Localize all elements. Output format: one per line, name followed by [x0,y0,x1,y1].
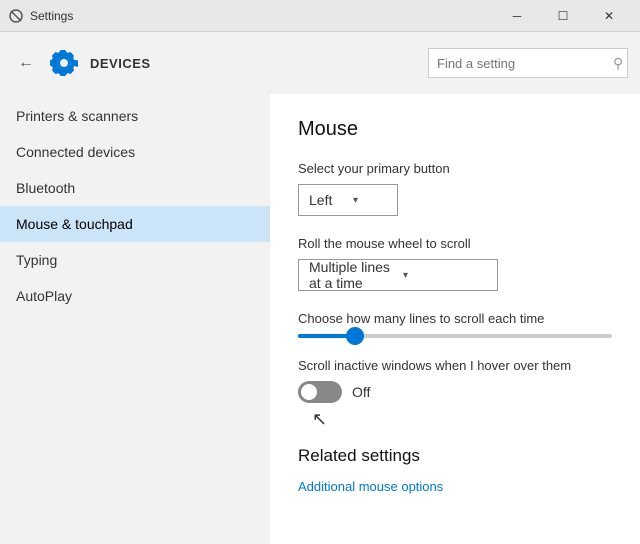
minimize-button[interactable]: ─ [494,0,540,32]
header-icon-area [48,47,80,79]
lines-slider-container: Choose how many lines to scroll each tim… [298,311,612,338]
header-title: DEVICES [90,56,428,71]
search-input[interactable] [437,56,613,71]
scroll-inactive-toggle[interactable] [298,381,342,403]
primary-button-value: Left [309,192,343,208]
sidebar-item-printers[interactable]: Printers & scanners [0,98,270,134]
toggle-track [298,381,342,403]
primary-button-dropdown[interactable]: Left ▾ [298,184,398,216]
chevron-down-icon-2: ▾ [403,270,487,281]
scroll-label: Roll the mouse wheel to scroll [298,236,612,251]
sidebar-item-autoplay[interactable]: AutoPlay [0,278,270,314]
toggle-thumb [301,384,317,400]
search-icon: ⚲ [613,55,623,72]
sidebar-item-mouse[interactable]: Mouse & touchpad [0,206,270,242]
toggle-label: Off [352,384,370,400]
titlebar-controls: ─ ☐ ✕ [494,0,632,32]
slider-thumb[interactable] [346,327,364,345]
inactive-scroll-label: Scroll inactive windows when I hover ove… [298,358,612,373]
chevron-down-icon: ▾ [353,195,387,206]
page-title: Mouse [298,118,612,141]
close-button[interactable]: ✕ [586,0,632,32]
titlebar-icon [8,8,24,24]
gear-icon [48,47,80,79]
cursor-area: ↖ [312,409,612,430]
sidebar-item-bluetooth[interactable]: Bluetooth [0,170,270,206]
toggle-row: Off [298,381,612,403]
related-settings-title: Related settings [298,446,612,466]
titlebar: Settings ─ ☐ ✕ [0,0,640,32]
additional-mouse-options-link[interactable]: Additional mouse options [298,479,443,494]
scroll-dropdown[interactable]: Multiple lines at a time ▾ [298,259,498,291]
sidebar-item-connected[interactable]: Connected devices [0,134,270,170]
titlebar-title: Settings [30,9,494,23]
slider-track[interactable] [298,334,612,338]
back-button[interactable]: ← [12,49,40,77]
primary-button-label: Select your primary button [298,161,612,176]
maximize-button[interactable]: ☐ [540,0,586,32]
main-content: Mouse Select your primary button Left ▾ … [270,94,640,544]
cursor-icon: ↖ [312,409,327,429]
sidebar: Printers & scanners Connected devices Bl… [0,94,270,544]
back-icon: ← [18,54,34,72]
scroll-value: Multiple lines at a time [309,259,393,291]
app-header: ← DEVICES ⚲ [0,32,640,94]
app-body: Printers & scanners Connected devices Bl… [0,94,640,544]
sidebar-item-typing[interactable]: Typing [0,242,270,278]
search-box[interactable]: ⚲ [428,48,628,78]
lines-label: Choose how many lines to scroll each tim… [298,311,612,326]
app-container: ← DEVICES ⚲ Printers & scanners Connecte… [0,32,640,544]
